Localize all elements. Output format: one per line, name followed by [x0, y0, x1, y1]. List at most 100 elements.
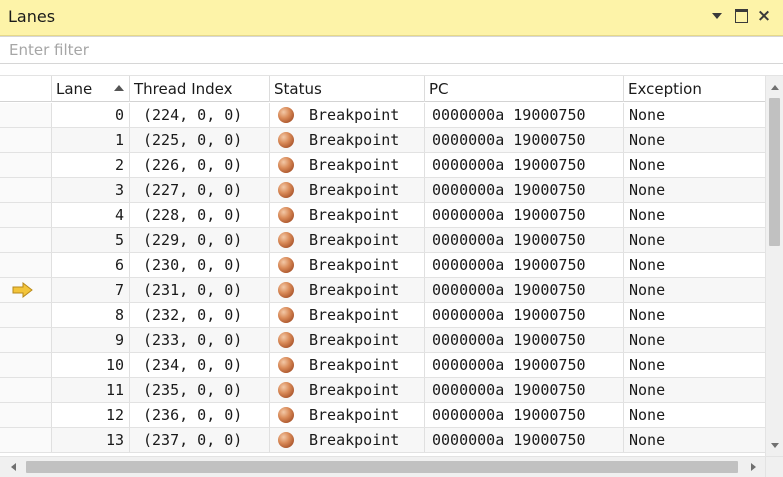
horizontal-scrollbar[interactable] — [0, 456, 765, 477]
column-header-thread-index[interactable]: Thread Index — [129, 76, 269, 102]
row-marker — [0, 328, 51, 352]
lane-cell: 1 — [51, 128, 129, 152]
lane-cell: 11 — [51, 378, 129, 402]
chevron-down-icon[interactable] — [709, 8, 725, 24]
breakpoint-status-icon — [278, 432, 294, 448]
exception-cell: None — [623, 428, 765, 452]
scroll-down-icon[interactable] — [766, 437, 783, 454]
status-cell: Breakpoint — [269, 278, 424, 302]
status-text: Breakpoint — [309, 156, 400, 174]
close-icon[interactable]: × — [756, 8, 772, 25]
filter-box — [0, 36, 783, 64]
pc-cell: 0000000a 19000750 — [424, 278, 623, 302]
pc-cell: 0000000a 19000750 — [424, 303, 623, 327]
row-marker — [0, 153, 51, 177]
lane-cell: 5 — [51, 228, 129, 252]
table-row[interactable]: 9 (233, 0, 0) Breakpoint 0000000a 19000750 N… — [0, 328, 765, 353]
table-row[interactable]: 2 (226, 0, 0) Breakpoint 0000000a 19000750 N… — [0, 153, 765, 178]
filter-input[interactable] — [0, 37, 783, 63]
scrollbar-corner — [765, 456, 783, 477]
breakpoint-status-icon — [278, 182, 294, 198]
lane-cell: 0 — [51, 103, 129, 127]
row-marker — [0, 128, 51, 152]
column-header-status[interactable]: Status — [269, 76, 424, 102]
table-row[interactable]: 13 (237, 0, 0) Breakpoint 0000000a 19000750… — [0, 428, 765, 453]
column-header-exception[interactable]: Exception — [623, 76, 765, 102]
status-text: Breakpoint — [309, 231, 400, 249]
maximize-icon[interactable] — [733, 8, 749, 24]
table-row[interactable]: 8 (232, 0, 0) Breakpoint 0000000a 19000750 N… — [0, 303, 765, 328]
pc-cell: 0000000a 19000750 — [424, 328, 623, 352]
row-marker — [0, 278, 51, 302]
status-cell: Breakpoint — [269, 153, 424, 177]
thread-index-cell: (237, 0, 0) — [129, 428, 269, 452]
exception-cell: None — [623, 103, 765, 127]
exception-cell: None — [623, 303, 765, 327]
status-cell: Breakpoint — [269, 103, 424, 127]
thread-index-cell: (228, 0, 0) — [129, 203, 269, 227]
title-bar: Lanes × — [0, 0, 783, 36]
table-row[interactable]: 1 (225, 0, 0) Breakpoint 0000000a 19000750 N… — [0, 128, 765, 153]
row-marker — [0, 103, 51, 127]
status-text: Breakpoint — [309, 106, 400, 124]
thread-index-cell: (224, 0, 0) — [129, 103, 269, 127]
scroll-left-icon[interactable] — [4, 457, 22, 477]
status-text: Breakpoint — [309, 406, 400, 424]
lane-cell: 9 — [51, 328, 129, 352]
lane-cell: 3 — [51, 178, 129, 202]
row-marker — [0, 303, 51, 327]
exception-cell: None — [623, 378, 765, 402]
table-row[interactable]: 10 (234, 0, 0) Breakpoint 0000000a 19000750… — [0, 353, 765, 378]
breakpoint-status-icon — [278, 207, 294, 223]
breakpoint-status-icon — [278, 107, 294, 123]
table-row[interactable]: 5 (229, 0, 0) Breakpoint 0000000a 19000750 N… — [0, 228, 765, 253]
status-text: Breakpoint — [309, 131, 400, 149]
pc-cell: 0000000a 19000750 — [424, 103, 623, 127]
column-header-lane[interactable]: Lane — [51, 76, 129, 102]
pc-cell: 0000000a 19000750 — [424, 253, 623, 277]
status-text: Breakpoint — [309, 356, 400, 374]
lane-cell: 13 — [51, 428, 129, 452]
window-title: Lanes — [8, 7, 56, 26]
status-cell: Breakpoint — [269, 228, 424, 252]
table-row[interactable]: 0 (224, 0, 0) Breakpoint 0000000a 19000750 N… — [0, 103, 765, 128]
exception-cell: None — [623, 153, 765, 177]
status-text: Breakpoint — [309, 306, 400, 324]
thread-index-cell: (235, 0, 0) — [129, 378, 269, 402]
marker-column-header — [0, 76, 51, 102]
status-text: Breakpoint — [309, 206, 400, 224]
scroll-right-icon[interactable] — [744, 457, 762, 477]
table-row[interactable]: 6 (230, 0, 0) Breakpoint 0000000a 19000750 N… — [0, 253, 765, 278]
status-text: Breakpoint — [309, 281, 400, 299]
row-marker — [0, 353, 51, 377]
pc-cell: 0000000a 19000750 — [424, 403, 623, 427]
table-row[interactable]: 12 (236, 0, 0) Breakpoint 0000000a 19000750… — [0, 403, 765, 428]
status-cell: Breakpoint — [269, 403, 424, 427]
breakpoint-status-icon — [278, 332, 294, 348]
vertical-scroll-thumb[interactable] — [769, 98, 780, 246]
thread-index-cell: (225, 0, 0) — [129, 128, 269, 152]
pc-cell: 0000000a 19000750 — [424, 178, 623, 202]
status-text: Breakpoint — [309, 381, 400, 399]
table-row[interactable]: 7 (231, 0, 0) Breakpoint 0000000a 19000750 N… — [0, 278, 765, 303]
current-lane-arrow-icon — [12, 282, 33, 298]
column-header-pc[interactable]: PC — [424, 76, 623, 102]
breakpoint-status-icon — [278, 282, 294, 298]
thread-index-cell: (231, 0, 0) — [129, 278, 269, 302]
table-row[interactable]: 11 (235, 0, 0) Breakpoint 0000000a 19000750… — [0, 378, 765, 403]
status-cell: Breakpoint — [269, 253, 424, 277]
table-row[interactable]: 3 (227, 0, 0) Breakpoint 0000000a 19000750 N… — [0, 178, 765, 203]
thread-index-cell: (233, 0, 0) — [129, 328, 269, 352]
scroll-up-icon[interactable] — [766, 79, 783, 96]
vertical-scrollbar[interactable] — [765, 76, 783, 456]
breakpoint-status-icon — [278, 357, 294, 373]
filter-separator — [0, 64, 783, 76]
sort-ascending-icon — [114, 85, 124, 91]
horizontal-scroll-thumb[interactable] — [26, 461, 738, 473]
lane-cell: 10 — [51, 353, 129, 377]
table-row[interactable]: 4 (228, 0, 0) Breakpoint 0000000a 19000750 N… — [0, 203, 765, 228]
pc-cell: 0000000a 19000750 — [424, 353, 623, 377]
exception-cell: None — [623, 178, 765, 202]
thread-index-cell: (236, 0, 0) — [129, 403, 269, 427]
exception-cell: None — [623, 128, 765, 152]
